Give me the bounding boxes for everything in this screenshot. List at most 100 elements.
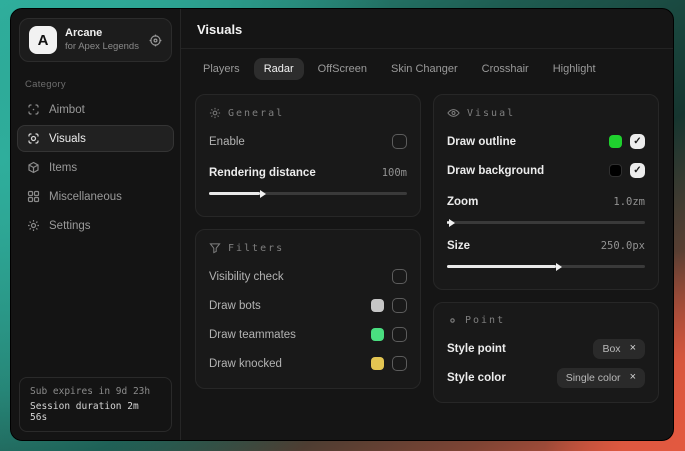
draw-bots-color-swatch[interactable] xyxy=(371,299,384,312)
rendering-distance-label: Rendering distance xyxy=(209,167,374,179)
point-card: Point Style point Box × Style color Sing… xyxy=(433,302,659,403)
draw-outline-row: Draw outline ✓ xyxy=(447,129,645,154)
draw-bots-row: Draw bots xyxy=(209,293,407,318)
tab-radar[interactable]: Radar xyxy=(254,58,304,80)
sidebar-item-items[interactable]: Items xyxy=(17,154,174,181)
sidebar-item-settings[interactable]: Settings xyxy=(17,212,174,239)
panel-title: Filters xyxy=(228,243,284,254)
sidebar-item-label: Items xyxy=(49,162,77,174)
draw-outline-label: Draw outline xyxy=(447,136,601,148)
app-window: A Arcane for Apex Legends Category xyxy=(10,8,674,441)
zoom-label: Zoom xyxy=(447,196,605,208)
panel-title: Visual xyxy=(467,108,515,119)
session-duration-text: Session duration 2m 56s xyxy=(30,401,161,423)
size-label: Size xyxy=(447,240,593,252)
sidebar-item-label: Visuals xyxy=(49,133,86,145)
tab-bar: Players Radar OffScreen Skin Changer Cro… xyxy=(181,49,673,84)
session-info-card: Sub expires in 9d 23h Session duration 2… xyxy=(19,377,172,432)
draw-teammates-label: Draw teammates xyxy=(209,329,363,341)
category-label: Category xyxy=(25,79,180,90)
visibility-check-row: Visibility check xyxy=(209,264,407,289)
gear-icon xyxy=(26,219,40,232)
draw-background-color-swatch[interactable] xyxy=(609,164,622,177)
draw-background-row: Draw background ✓ xyxy=(447,158,645,183)
tab-players[interactable]: Players xyxy=(193,58,250,80)
sidebar-item-label: Miscellaneous xyxy=(49,191,122,203)
page-header: Visuals xyxy=(181,9,673,49)
rendering-distance-row: Rendering distance 100m xyxy=(209,160,407,185)
style-color-select[interactable]: Single color × xyxy=(557,368,645,388)
draw-bots-checkbox[interactable] xyxy=(392,298,407,313)
draw-background-checkbox[interactable]: ✓ xyxy=(630,163,645,178)
draw-knocked-checkbox[interactable] xyxy=(392,356,407,371)
size-row: Size 250.0px xyxy=(447,233,645,258)
app-name: Arcane xyxy=(65,27,141,41)
style-color-label: Style color xyxy=(447,372,549,384)
style-point-tag-text: Box xyxy=(602,343,620,355)
draw-background-label: Draw background xyxy=(447,165,601,177)
tab-highlight[interactable]: Highlight xyxy=(543,58,606,80)
remove-tag-icon[interactable]: × xyxy=(630,343,636,354)
visual-card: Visual Draw outline ✓ Draw background ✓ … xyxy=(433,94,659,290)
sidebar-item-label: Settings xyxy=(49,220,91,232)
app-subtitle: for Apex Legends xyxy=(65,41,141,53)
funnel-icon xyxy=(209,242,221,254)
panel-title: General xyxy=(228,108,284,119)
gear-icon xyxy=(209,107,221,119)
app-logo: A xyxy=(29,26,57,54)
draw-teammates-checkbox[interactable] xyxy=(392,327,407,342)
sidebar: A Arcane for Apex Legends Category xyxy=(11,9,181,440)
rendering-distance-value: 100m xyxy=(382,167,407,179)
slider-thumb[interactable] xyxy=(260,190,266,198)
style-point-row: Style point Box × xyxy=(447,336,645,361)
visibility-check-checkbox[interactable] xyxy=(392,269,407,284)
slider-thumb[interactable] xyxy=(449,219,455,227)
sidebar-item-aimbot[interactable]: Aimbot xyxy=(17,96,174,123)
style-color-tag-text: Single color xyxy=(566,372,621,384)
draw-bots-label: Draw bots xyxy=(209,300,363,312)
draw-teammates-color-swatch[interactable] xyxy=(371,328,384,341)
enable-checkbox[interactable] xyxy=(392,134,407,149)
size-slider[interactable] xyxy=(447,265,645,268)
content-grid: General Enable Rendering distance 100m xyxy=(181,84,673,440)
visibility-check-label: Visibility check xyxy=(209,271,384,283)
eye-icon xyxy=(447,107,460,119)
box-icon xyxy=(26,161,40,174)
sidebar-item-visuals[interactable]: Visuals xyxy=(17,125,174,152)
page-title: Visuals xyxy=(197,22,657,37)
style-point-select[interactable]: Box × xyxy=(593,339,645,359)
filters-card: Filters Visibility check Draw bots Draw … xyxy=(195,229,421,389)
sub-expires-text: Sub expires in 9d 23h xyxy=(30,386,161,397)
draw-outline-color-swatch[interactable] xyxy=(609,135,622,148)
brand-card: A Arcane for Apex Legends xyxy=(19,18,172,62)
focus-crosshair-icon[interactable] xyxy=(149,34,162,47)
draw-knocked-color-swatch[interactable] xyxy=(371,357,384,370)
grid-icon xyxy=(26,190,40,203)
sidebar-item-label: Aimbot xyxy=(49,104,85,116)
enable-label: Enable xyxy=(209,136,384,148)
draw-teammates-row: Draw teammates xyxy=(209,322,407,347)
remove-tag-icon[interactable]: × xyxy=(630,372,636,383)
enable-row: Enable xyxy=(209,129,407,154)
zoom-value: 1.0zm xyxy=(613,196,645,208)
style-color-row: Style color Single color × xyxy=(447,365,645,390)
tab-skin-changer[interactable]: Skin Changer xyxy=(381,58,468,80)
scan-eye-icon xyxy=(26,132,40,145)
general-card: General Enable Rendering distance 100m xyxy=(195,94,421,217)
slider-thumb[interactable] xyxy=(556,263,562,271)
draw-knocked-label: Draw knocked xyxy=(209,358,363,370)
point-icon xyxy=(447,315,458,326)
main-area: Visuals Players Radar OffScreen Skin Cha… xyxy=(181,9,673,440)
rendering-distance-slider[interactable] xyxy=(209,192,407,195)
tab-offscreen[interactable]: OffScreen xyxy=(308,58,377,80)
sidebar-item-miscellaneous[interactable]: Miscellaneous xyxy=(17,183,174,210)
draw-outline-checkbox[interactable]: ✓ xyxy=(630,134,645,149)
zoom-slider[interactable] xyxy=(447,221,645,224)
sidebar-nav: Aimbot Visuals Items xyxy=(11,96,180,239)
draw-knocked-row: Draw knocked xyxy=(209,351,407,376)
zoom-row: Zoom 1.0zm xyxy=(447,189,645,214)
size-value: 250.0px xyxy=(601,240,645,252)
crosshair-icon xyxy=(26,103,40,116)
tab-crosshair[interactable]: Crosshair xyxy=(472,58,539,80)
panel-title: Point xyxy=(465,315,505,326)
